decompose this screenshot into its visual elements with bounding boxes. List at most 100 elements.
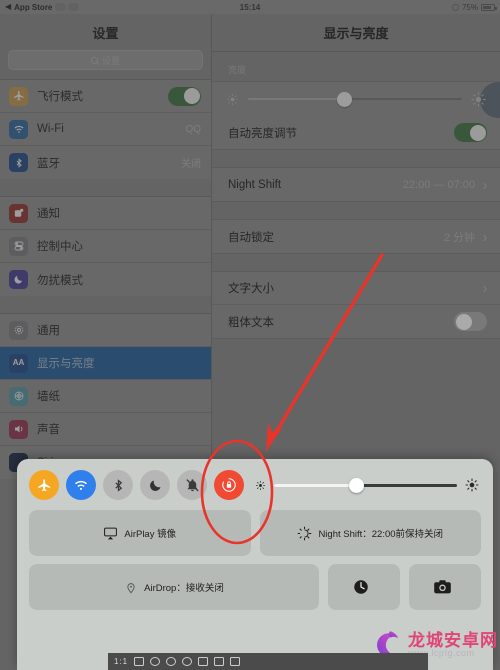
sidebar-item-value: 关闭 — [181, 159, 201, 170]
airdrop-tile[interactable]: AirDrop：接收关闭 — [29, 564, 319, 610]
sun-high-icon — [471, 91, 486, 107]
row-label: Night Shift — [228, 178, 282, 191]
dock-home-icon[interactable] — [150, 657, 161, 666]
dock-keyboard-icon[interactable] — [134, 657, 145, 666]
brightness-slider-knob[interactable] — [348, 477, 364, 493]
control-center-top-row — [29, 468, 481, 502]
sun-low-icon — [226, 93, 239, 106]
auto-lock-card: 自动锁定 2 分钟 › — [212, 219, 500, 254]
dock-back-icon[interactable] — [166, 657, 177, 666]
sidebar-item-airplane-mode[interactable]: 飞行模式 — [0, 80, 211, 113]
watermark-site-name: 龙城安卓网 — [408, 631, 498, 650]
moon-icon — [9, 270, 28, 289]
sidebar-item-label: 蓝牙 — [37, 157, 60, 170]
bold-text-toggle[interactable] — [454, 312, 487, 331]
airplay-icon — [104, 527, 118, 539]
airplane-mode-toggle[interactable] — [29, 470, 59, 500]
sidebar-divider — [0, 296, 211, 313]
text-size-row[interactable]: 文字大小 › — [212, 272, 500, 305]
control-center-row-airplay: AirPlay 镜像 Night Shift：22:00前保持关闭 — [29, 510, 481, 556]
row-value: 22:00 — 07:00 — [402, 178, 475, 191]
bluetooth-icon — [9, 153, 28, 172]
timer-icon — [354, 580, 368, 594]
brightness-slider-row[interactable] — [212, 82, 500, 116]
page-title: 显示与亮度 — [212, 14, 500, 52]
dock-screenshot-icon[interactable] — [198, 657, 209, 666]
sidebar-title: 设置 — [92, 26, 119, 41]
dock-fullscreen-icon[interactable] — [214, 657, 225, 666]
row-label: 粗体文本 — [228, 316, 274, 329]
bluetooth-toggle[interactable] — [103, 470, 133, 500]
rotation-lock-status-icon — [451, 3, 459, 11]
night-shift-row[interactable]: Night Shift 22:00 — 07:00 › — [212, 168, 500, 201]
bold-text-row[interactable]: 粗体文本 — [212, 305, 500, 338]
battery-icon — [481, 3, 497, 11]
sidebar-item-display-brightness[interactable]: AA 显示与亮度 — [0, 347, 211, 380]
dock-power-icon[interactable] — [182, 657, 193, 666]
search-input[interactable]: 设置 — [8, 50, 203, 70]
bottom-dock: 1:1 — [108, 653, 428, 670]
dock-record-icon[interactable] — [230, 657, 241, 666]
display-aa-icon: AA — [9, 353, 28, 373]
wifi-toggle[interactable] — [66, 470, 96, 500]
control-center-toggles — [29, 470, 244, 500]
sidebar-item-label: 勿扰模式 — [37, 274, 83, 287]
wallpaper-icon — [9, 386, 28, 406]
mute-toggle[interactable] — [177, 470, 207, 500]
wifi-icon — [9, 119, 28, 139]
brightness-section-header: 亮度 — [228, 65, 247, 75]
night-shift-card: Night Shift 22:00 — 07:00 › — [212, 167, 500, 202]
tile-label: AirDrop：接收关闭 — [144, 583, 224, 594]
airplay-mirroring-tile[interactable]: AirPlay 镜像 — [29, 510, 251, 556]
auto-brightness-row[interactable]: 自动亮度调节 — [212, 116, 500, 149]
row-label: 自动锁定 — [228, 231, 274, 244]
battery-percent-label: 75% — [461, 2, 478, 12]
sidebar-item-label: 控制中心 — [37, 241, 83, 253]
gear-icon — [9, 320, 28, 340]
sidebar-item-wifi[interactable]: Wi-Fi QQ — [0, 113, 211, 146]
sidebar-group-connectivity: 飞行模式 Wi-Fi QQ 蓝牙 关闭 — [0, 79, 211, 179]
sidebar-group-system: 通用 AA 显示与亮度 墙纸 声音 — [0, 313, 211, 479]
brightness-slider-control[interactable] — [255, 477, 481, 493]
brightness-slider-knob[interactable] — [336, 91, 352, 107]
sidebar-item-general[interactable]: 通用 — [0, 314, 211, 347]
chevron-right-icon: › — [483, 175, 487, 194]
auto-lock-row[interactable]: 自动锁定 2 分钟 › — [212, 220, 500, 253]
airplane-mode-toggle[interactable] — [168, 86, 201, 106]
sound-icon — [9, 419, 28, 439]
sidebar-item-do-not-disturb[interactable]: 勿扰模式 — [0, 263, 211, 296]
airdrop-icon — [127, 582, 135, 593]
do-not-disturb-toggle[interactable] — [140, 470, 170, 500]
airplane-icon — [9, 86, 28, 106]
sidebar-item-wallpaper[interactable]: 墙纸 — [0, 380, 211, 413]
row-label: 自动亮度调节 — [228, 127, 297, 140]
sidebar-divider — [0, 179, 211, 196]
sidebar-item-label: 飞行模式 — [37, 91, 83, 103]
sidebar-item-control-center[interactable]: 控制中心 — [0, 230, 211, 263]
status-bar-right: 75% — [451, 2, 497, 12]
timer-tile[interactable] — [328, 564, 400, 610]
sidebar-search-wrapper[interactable]: 设置 — [0, 50, 211, 79]
camera-tile[interactable] — [409, 564, 481, 610]
sun-low-icon — [255, 480, 266, 491]
sidebar-item-label: Wi-Fi — [37, 123, 64, 135]
chevron-right-icon: › — [483, 279, 487, 297]
brightness-slider-fill — [274, 483, 357, 487]
sidebar-item-bluetooth[interactable]: 蓝牙 关闭 — [0, 146, 211, 179]
sidebar-item-label: 声音 — [37, 424, 60, 436]
brightness-slider-track[interactable] — [274, 477, 457, 493]
auto-brightness-toggle[interactable] — [454, 123, 487, 142]
sidebar-item-notifications[interactable]: 通知 — [0, 197, 211, 230]
sun-high-icon — [465, 478, 479, 492]
sidebar-item-sounds[interactable]: 声音 — [0, 413, 211, 446]
night-shift-tile[interactable]: Night Shift：22:00前保持关闭 — [259, 510, 481, 556]
notification-icon — [9, 203, 28, 223]
brightness-card: 自动亮度调节 — [212, 81, 500, 150]
dock-scale-label: 1:1 — [114, 657, 129, 666]
sidebar-item-value: QQ — [185, 123, 201, 135]
rotation-lock-toggle[interactable] — [214, 470, 244, 500]
brightness-slider-track[interactable] — [248, 91, 462, 107]
search-icon — [90, 56, 98, 64]
